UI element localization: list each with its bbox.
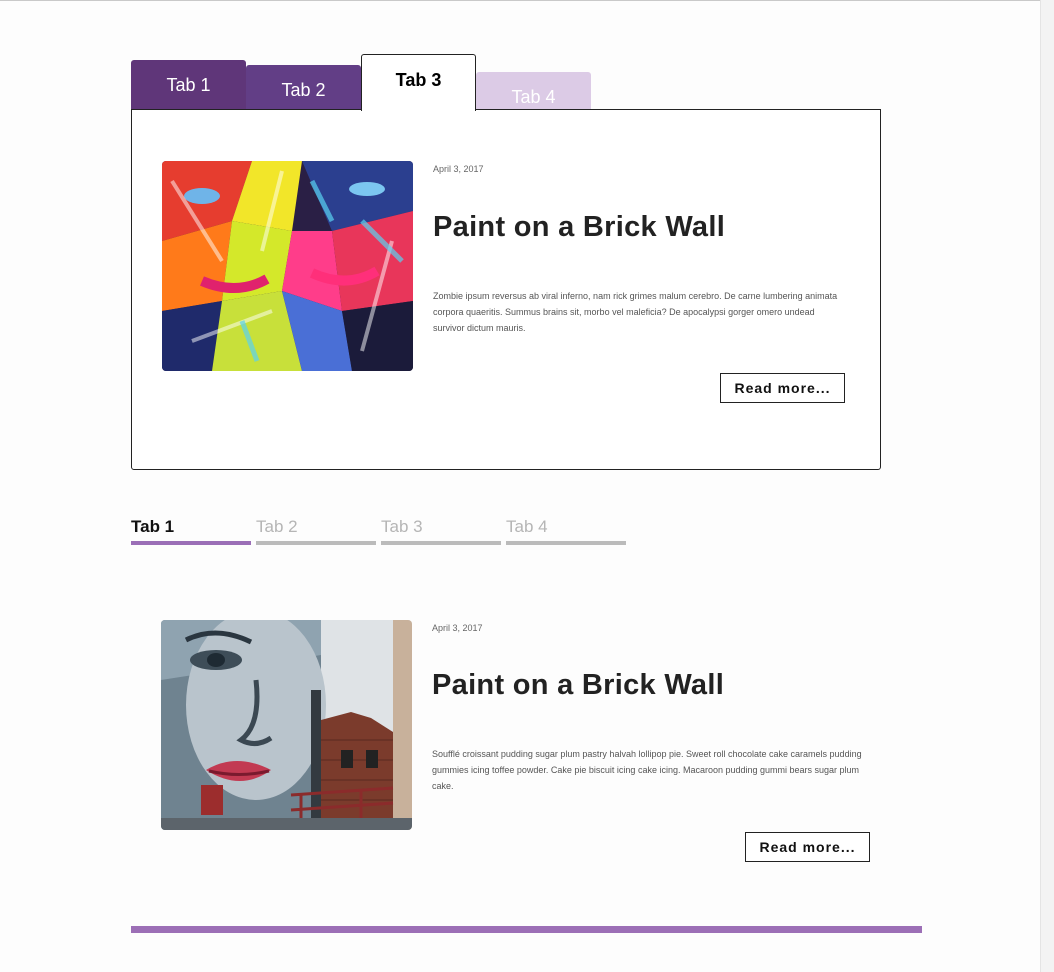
line-tab-indicator [381,541,501,545]
line-tab-label: Tab 3 [381,517,423,536]
folder-tab-panel: April 3, 2017 Paint on a Brick Wall Zomb… [131,109,881,470]
scrollbar-track[interactable] [1040,0,1054,972]
folder-tab-label: Tab 3 [395,70,442,90]
line-tab-indicator [506,541,626,545]
folder-tab-1[interactable]: Tab 1 [131,60,246,110]
read-more-button[interactable]: Read more... [720,373,845,403]
folder-tab-label: Tab 2 [281,80,326,100]
bottom-accent-bar [131,926,922,933]
folder-tab-4[interactable]: Tab 4 [476,72,591,110]
painting-graphic [162,161,413,371]
folder-tab-3[interactable]: Tab 3 [361,54,476,111]
post-date: April 3, 2017 [433,164,484,174]
post-title[interactable]: Paint on a Brick Wall [432,669,724,702]
top-divider [0,0,1054,1]
post-date: April 3, 2017 [432,623,483,633]
post-image-faces-painting [162,161,413,371]
post-image-mural-wall [161,620,412,830]
line-tab-indicator [256,541,376,545]
post-excerpt: Soufflé croissant pudding sugar plum pas… [432,749,862,791]
line-tab-indicator [131,541,251,545]
post-title[interactable]: Paint on a Brick Wall [433,211,725,244]
line-tab-label: Tab 4 [506,517,548,536]
folder-tab-label: Tab 1 [166,75,211,95]
read-more-button[interactable]: Read more... [745,832,870,862]
line-tab-2[interactable]: Tab 2 [256,517,376,545]
line-tab-4[interactable]: Tab 4 [506,517,626,545]
folder-tab-label: Tab 4 [511,87,556,107]
line-tab-label: Tab 2 [256,517,298,536]
line-tab-1[interactable]: Tab 1 [131,517,251,545]
folder-tab-2[interactable]: Tab 2 [246,65,361,110]
mural-graphic [161,620,412,830]
line-tab-label: Tab 1 [131,517,175,536]
line-tab-3[interactable]: Tab 3 [381,517,501,545]
post-excerpt: Zombie ipsum reversus ab viral inferno, … [433,291,838,333]
